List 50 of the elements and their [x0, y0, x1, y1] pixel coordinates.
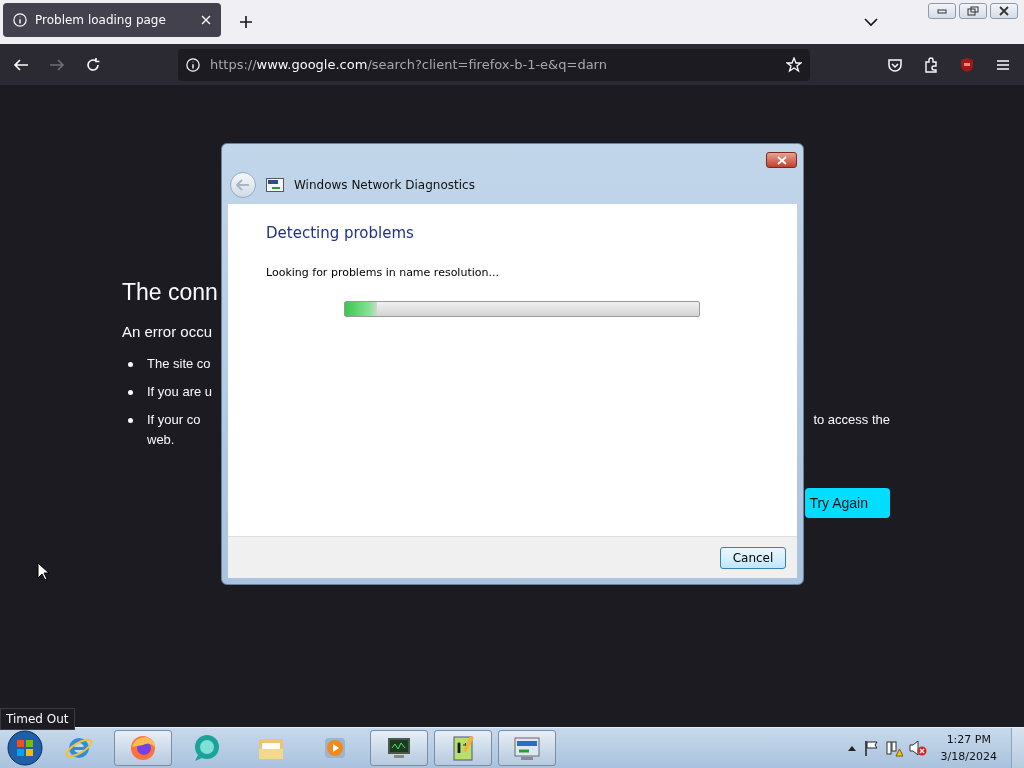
clock-time: 1:27 PM — [946, 732, 991, 748]
dialog-title: Windows Network Diagnostics — [294, 178, 475, 192]
info-icon — [13, 13, 27, 27]
status-message: Looking for problems in name resolution... — [266, 266, 500, 279]
bullet-text: If your co — [147, 411, 201, 429]
taskbar-app-button[interactable] — [370, 730, 428, 766]
back-arrow-icon — [236, 179, 250, 191]
forward-arrow-icon — [49, 56, 65, 73]
close-button[interactable] — [766, 152, 797, 168]
close-icon[interactable] — [201, 15, 211, 25]
close-icon — [776, 155, 787, 165]
chevron-down-icon[interactable] — [864, 17, 878, 27]
info-icon — [186, 57, 200, 72]
reload-icon — [85, 56, 101, 73]
back-arrow-icon — [13, 56, 29, 73]
bullet-text: web. — [147, 431, 175, 449]
muted-speaker-icon[interactable] — [908, 739, 927, 757]
shield-icon — [959, 56, 975, 73]
mouse-pointer-icon — [37, 562, 49, 581]
error-title: The conn — [122, 278, 219, 307]
caret-up-icon[interactable] — [846, 744, 857, 752]
pocket-icon — [887, 56, 903, 73]
address-field[interactable]: https://www.google.com/search?client=firefox-b-1-e&q=darn — [178, 48, 810, 81]
fox-globe-icon — [128, 733, 158, 763]
minimize-button[interactable] — [928, 3, 956, 19]
close-icon — [999, 6, 1009, 16]
cancel-button[interactable]: Cancel — [720, 546, 786, 569]
close-button[interactable] — [990, 3, 1018, 19]
dialog-heading: Detecting problems — [266, 224, 415, 242]
bullet-text: The site co — [147, 355, 211, 373]
start-orb-icon[interactable] — [6, 729, 44, 767]
flag-icon[interactable] — [862, 740, 879, 756]
browser-tab[interactable]: Problem loading page — [3, 3, 221, 37]
chat-bubble-icon — [192, 733, 222, 763]
try-again-button[interactable]: Try Again — [805, 488, 890, 518]
star-icon[interactable] — [786, 56, 802, 73]
bullet-text: If you are u — [147, 383, 213, 401]
taskbar-app-button[interactable] — [114, 730, 172, 766]
restore-button[interactable] — [959, 3, 987, 19]
bullet-text: to access the — [813, 411, 890, 429]
plus-icon — [239, 15, 253, 29]
restore-icon — [967, 6, 979, 16]
tooltip: Timed Out — [0, 708, 75, 730]
url-text: https://www.google.com/search?client=firefox-b-1-e&q=darn — [210, 57, 608, 72]
network-computer-icon — [266, 178, 284, 192]
error-description: An error occu — [122, 323, 214, 340]
network-warning-icon[interactable] — [884, 739, 903, 757]
minimize-icon — [937, 8, 947, 14]
puzzle-icon — [923, 56, 939, 73]
clock-date: 3/18/2024 — [940, 749, 997, 765]
